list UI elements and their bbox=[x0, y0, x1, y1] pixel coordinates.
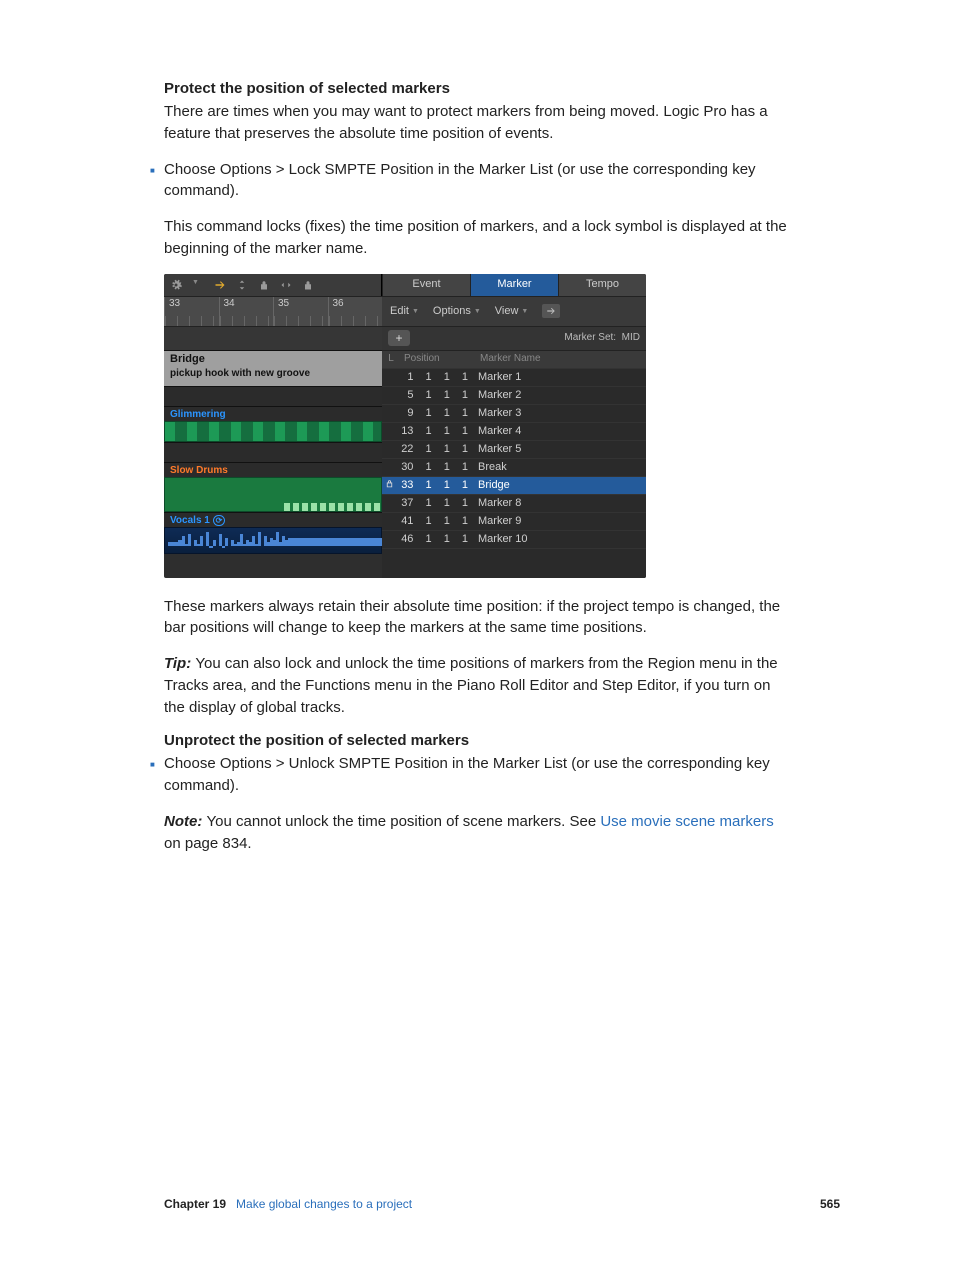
chapter-title-link[interactable]: Make global changes to a project bbox=[236, 1197, 412, 1211]
marker-set-selector[interactable]: Marker Set: MID bbox=[564, 333, 640, 343]
marker-region-bridge[interactable]: Bridge pickup hook with new groove bbox=[164, 350, 382, 386]
marker-name[interactable]: Marker 9 bbox=[472, 516, 646, 527]
marker-name[interactable]: Marker 2 bbox=[472, 390, 646, 401]
marker-row[interactable]: 1111Marker 1 bbox=[382, 368, 646, 386]
options-menu[interactable]: Options▼ bbox=[433, 306, 481, 317]
marker-track-lane bbox=[164, 326, 382, 350]
marker-position[interactable]: 37111 bbox=[396, 498, 472, 509]
region-title: Bridge bbox=[170, 354, 205, 365]
heading-protect: Protect the position of selected markers bbox=[164, 80, 788, 97]
marker-row[interactable]: 30111Break bbox=[382, 458, 646, 476]
chevron-down-icon: ▼ bbox=[474, 308, 481, 315]
catch-playhead-button[interactable] bbox=[542, 304, 560, 318]
column-header-lock[interactable]: L bbox=[384, 354, 398, 364]
tab-marker[interactable]: Marker bbox=[470, 274, 558, 296]
tracks-area: Bridge pickup hook with new groove Glimm… bbox=[164, 350, 382, 578]
step-item: Choose Options > Lock SMPTE Position in … bbox=[150, 159, 788, 203]
loop-icon: ⟳ bbox=[213, 515, 226, 526]
marker-row[interactable]: 13111Marker 4 bbox=[382, 422, 646, 440]
paragraph: These markers always retain their absolu… bbox=[164, 596, 788, 640]
region-pattern bbox=[284, 503, 380, 511]
note-label: Note: bbox=[164, 813, 207, 830]
app-screenshot: ▼ Event Marker Tempo 33 34 bbox=[164, 274, 646, 578]
track-vocals[interactable]: Vocals 1 ⟳ bbox=[164, 512, 382, 554]
marker-row[interactable]: 37111Marker 8 bbox=[382, 494, 646, 512]
marker-position[interactable]: 46111 bbox=[396, 534, 472, 545]
waveform bbox=[168, 530, 382, 550]
marker-name[interactable]: Bridge bbox=[472, 480, 646, 491]
marker-name[interactable]: Marker 10 bbox=[472, 534, 646, 545]
edit-menu[interactable]: Edit▼ bbox=[390, 306, 419, 317]
marker-name[interactable]: Marker 5 bbox=[472, 444, 646, 455]
marker-position[interactable]: 5111 bbox=[396, 390, 472, 401]
tab-tempo[interactable]: Tempo bbox=[558, 274, 646, 296]
link-scene-markers[interactable]: Use movie scene markers bbox=[600, 813, 773, 830]
marker-name[interactable]: Break bbox=[472, 462, 646, 473]
tab-event[interactable]: Event bbox=[382, 274, 470, 296]
ruler-tick: 34 bbox=[219, 297, 274, 326]
add-marker-button[interactable]: + bbox=[388, 330, 410, 346]
left-toolbar: ▼ bbox=[164, 274, 382, 296]
marker-name[interactable]: Marker 3 bbox=[472, 408, 646, 419]
chapter-number: Chapter 19 bbox=[164, 1197, 226, 1211]
region-label: Vocals 1 ⟳ bbox=[170, 516, 225, 526]
column-header-position[interactable]: Position bbox=[398, 354, 474, 364]
marker-row[interactable]: 46111Marker 10 bbox=[382, 530, 646, 548]
tip-label: Tip: bbox=[164, 655, 195, 672]
ruler-tick: 35 bbox=[273, 297, 328, 326]
chevron-down-icon: ▼ bbox=[412, 308, 419, 315]
marker-position[interactable]: 33111 bbox=[396, 480, 472, 491]
lock-icon bbox=[382, 479, 396, 491]
lock-width-icon[interactable] bbox=[302, 279, 314, 291]
marker-name[interactable]: Marker 4 bbox=[472, 426, 646, 437]
page-number: 565 bbox=[820, 1197, 840, 1211]
marker-row[interactable]: 33111Bridge bbox=[382, 476, 646, 494]
chevron-down-icon[interactable]: ▼ bbox=[192, 279, 204, 291]
paragraph: There are times when you may want to pro… bbox=[164, 101, 788, 145]
gear-icon[interactable] bbox=[170, 279, 182, 291]
region-label: Slow Drums bbox=[170, 466, 228, 476]
marker-list: L Position Marker Name 1111Marker 15111M… bbox=[382, 350, 646, 578]
region-label: Glimmering bbox=[170, 410, 226, 420]
vertical-arrows-icon[interactable] bbox=[236, 279, 248, 291]
tip-paragraph: Tip: You can also lock and unlock the ti… bbox=[164, 653, 788, 718]
note-paragraph: Note: You cannot unlock the time positio… bbox=[164, 811, 788, 855]
lock-height-icon[interactable] bbox=[258, 279, 270, 291]
step-item: Choose Options > Unlock SMPTE Position i… bbox=[150, 753, 788, 797]
footer-chapter: Chapter 19 Make global changes to a proj… bbox=[114, 1197, 412, 1211]
marker-row[interactable]: 9111Marker 3 bbox=[382, 404, 646, 422]
catch-icon[interactable] bbox=[214, 279, 226, 291]
marker-name[interactable]: Marker 1 bbox=[472, 372, 646, 383]
marker-position[interactable]: 9111 bbox=[396, 408, 472, 419]
marker-row[interactable]: 22111Marker 5 bbox=[382, 440, 646, 458]
chevron-down-icon: ▼ bbox=[521, 308, 528, 315]
lane-gap bbox=[164, 386, 382, 406]
marker-position[interactable]: 13111 bbox=[396, 426, 472, 437]
track-glimmering[interactable]: Glimmering bbox=[164, 406, 382, 442]
view-menu[interactable]: View▼ bbox=[495, 306, 529, 317]
marker-position[interactable]: 30111 bbox=[396, 462, 472, 473]
midi-region[interactable] bbox=[164, 421, 382, 442]
horizontal-arrows-icon[interactable] bbox=[280, 279, 292, 291]
lane-gap bbox=[164, 442, 382, 462]
marker-position[interactable]: 22111 bbox=[396, 444, 472, 455]
column-header-name[interactable]: Marker Name bbox=[474, 354, 646, 364]
list-editor-toolbar: Edit▼ Options▼ View▼ bbox=[382, 296, 646, 326]
marker-position[interactable]: 41111 bbox=[396, 516, 472, 527]
marker-row[interactable]: 41111Marker 9 bbox=[382, 512, 646, 530]
ruler-tick: 36 bbox=[328, 297, 383, 326]
heading-unprotect: Unprotect the position of selected marke… bbox=[164, 732, 788, 749]
marker-row[interactable]: 5111Marker 2 bbox=[382, 386, 646, 404]
list-empty-area bbox=[382, 548, 646, 578]
paragraph: This command locks (fixes) the time posi… bbox=[164, 216, 788, 260]
ruler-tick: 33 bbox=[164, 297, 219, 326]
bar-ruler[interactable]: 33 34 35 36 bbox=[164, 296, 382, 326]
marker-name[interactable]: Marker 8 bbox=[472, 498, 646, 509]
region-subtitle: pickup hook with new groove bbox=[170, 369, 310, 379]
track-slow-drums[interactable]: Slow Drums bbox=[164, 462, 382, 512]
marker-position[interactable]: 1111 bbox=[396, 372, 472, 383]
